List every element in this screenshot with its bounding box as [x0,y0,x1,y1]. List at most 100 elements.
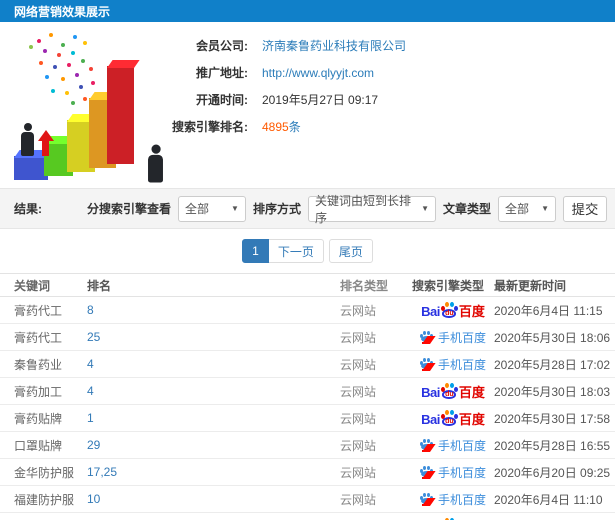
info-row-rank-count: 搜索引擎排名: 4895条 [148,113,406,140]
info-row-open-time: 开通时间: 2019年5月27日 09:17 [148,86,406,113]
rank-type-cell: 云网站 [340,357,377,372]
article-type-label: 文章类型 [442,202,491,216]
rank-type-cell: 云网站 [340,411,377,426]
promo-url-link[interactable]: http://www.qlyyjt.com [262,66,374,80]
keyword-cell: 口罩贴牌 [14,438,63,453]
updated-cell: 2020年5月30日 17:58 [494,411,611,426]
rank-link[interactable]: 29 [87,438,100,452]
engine-cell: Bai du 百度 手机百度 [412,437,494,454]
company-label: 会员公司: [196,39,248,53]
page-title: 网络营销效果展示 [14,4,111,19]
rank-count-number: 4895 [262,120,289,134]
updated-cell: 2020年5月28日 17:02 [494,357,611,372]
updated-cell: 2020年6月20日 09:25 [494,465,611,480]
engine-cell: Bai du 百度 手机百度 [412,491,494,508]
promo-url-label: 推广地址: [196,66,248,80]
marketing-illustration [8,26,170,183]
rank-link[interactable]: 4 [87,357,94,371]
mobile-baidu-paw-icon [419,492,433,506]
keyword-cell: 膏药代工 [14,330,63,345]
next-page-button[interactable]: 下一页 [268,239,324,263]
filter-bar: 结果: 分搜索引擎查看 全部 ▼ 排序方式 关键词由短到长排序 ▼ 文章类型 全… [0,188,615,229]
updated-cell: 2020年6月4日 11:15 [494,303,603,318]
engine-filter-value: 全部 [184,202,209,216]
baidu-logo: Bai du 百度 [421,383,485,400]
keyword-cell: 金华防护服 [14,465,75,480]
info-section: 会员公司: 济南秦鲁药业科技有限公司 推广地址: http://www.qlyy… [0,22,615,188]
mobile-baidu-badge: 手机百度 [419,329,486,346]
updated-cell: 2020年5月30日 18:06 [494,330,611,345]
rank-type-cell: 云网站 [340,438,377,453]
baidu-paw-icon: du [440,383,458,399]
engine-cell: Bai du 百度 手机百度 [412,356,494,373]
engine-cell: Bai du 百度 手机百度 [412,464,494,481]
baidu-logo: Bai du 百度 [421,302,485,319]
article-type-value: 全部 [505,202,530,216]
mobile-baidu-label: 手机百度 [437,465,486,480]
keyword-cell: 膏药代工 [14,303,63,318]
company-link[interactable]: 济南秦鲁药业科技有限公司 [262,37,406,54]
chart-bar-red [107,66,134,164]
rank-link[interactable]: 17,25 [87,465,117,479]
updated-cell: 2020年5月30日 18:03 [494,384,611,399]
info-fields: 会员公司: 济南秦鲁药业科技有限公司 推广地址: http://www.qlyy… [148,32,406,140]
rank-link[interactable]: 4 [87,384,94,398]
rank-count-value: 4895条 [262,118,301,135]
mobile-baidu-label: 手机百度 [437,438,486,453]
info-row-company: 会员公司: 济南秦鲁药业科技有限公司 [148,32,406,59]
open-time-label: 开通时间: [196,93,248,107]
table-row: 金华防护服 17,25 云网站 Bai du 百度 手机百度 2020年 [0,459,615,486]
rank-link[interactable]: 10 [87,492,100,506]
submit-button[interactable]: 提交 [563,195,607,222]
confetti-dots [36,38,38,40]
table-row: Bai du 百度 手机百度 [0,513,615,520]
mobile-baidu-paw-icon [419,330,433,344]
mobile-baidu-label: 手机百度 [437,492,486,507]
header-updated: 最新更新时间 [494,278,567,293]
table-row: 口罩贴牌 29 云网站 Bai du 百度 手机百度 2020年5月28 [0,432,615,459]
mobile-baidu-badge: 手机百度 [419,491,486,508]
header-keyword: 关键词 [14,278,51,293]
header-engine-type: 搜索引擎类型 [412,278,485,293]
table-row: 膏药代工 25 云网站 Bai du 百度 手机百度 2020年5月30 [0,324,615,351]
keyword-cell: 福建防护服 [14,492,75,507]
chevron-down-icon: ▼ [231,204,239,213]
mobile-baidu-paw-icon [419,438,433,452]
baidu-paw-icon: du [440,410,458,426]
engine-cell: Bai du 百度 手机百度 [412,410,494,426]
chart-bar-blue [14,156,48,180]
mobile-baidu-label: 手机百度 [437,330,486,345]
mobile-baidu-badge: 手机百度 [419,464,486,481]
engine-filter-select[interactable]: 全部 ▼ [177,195,246,222]
engine-cell: Bai du 百度 手机百度 [412,383,494,399]
engine-cell: Bai du 百度 手机百度 [412,302,494,318]
keyword-cell: 膏药贴牌 [14,411,63,426]
keyword-cell: 秦鲁药业 [14,357,63,372]
rank-type-cell: 云网站 [340,465,377,480]
mobile-baidu-badge: 手机百度 [419,356,486,373]
rank-link[interactable]: 8 [87,303,94,317]
table-row: 秦鲁药业 4 云网站 Bai du 百度 手机百度 2020年5月28日 [0,351,615,378]
chevron-down-icon: ▼ [541,204,549,213]
engine-filter-label: 分搜索引擎查看 [86,202,171,216]
filter-controls: 分搜索引擎查看 全部 ▼ 排序方式 关键词由短到长排序 ▼ 文章类型 全部 ▼ … [86,194,607,225]
last-page-button[interactable]: 尾页 [328,239,373,263]
table-row: 膏药代工 8 云网站 Bai du 百度 手机百度 2020年6月4日 [0,297,615,324]
rank-link[interactable]: 1 [87,411,94,425]
baidu-logo: Bai du 百度 [421,410,485,427]
engine-cell: Bai du 百度 手机百度 [412,329,494,346]
result-label: 结果: [14,202,42,216]
article-type-select[interactable]: 全部 ▼ [498,195,556,222]
rank-count-label: 搜索引擎排名: [172,120,248,134]
table-row: 福建防护服 10 云网站 Bai du 百度 手机百度 2020年6月4 [0,486,615,513]
rank-link[interactable]: 25 [87,330,100,344]
mobile-baidu-badge: 手机百度 [419,437,486,454]
sort-filter-select[interactable]: 关键词由短到长排序 ▼ [307,194,436,225]
page-number-current[interactable]: 1 [242,239,269,263]
mobile-baidu-paw-icon [419,465,433,479]
sort-filter-label: 排序方式 [252,202,301,216]
results-table: 关键词 排名 排名类型 搜索引擎类型 最新更新时间 膏药代工 8 云网站 Bai… [0,273,615,520]
header-rank-type: 排名类型 [340,278,389,293]
rank-type-cell: 云网站 [340,492,377,507]
mobile-baidu-paw-icon [419,357,433,371]
